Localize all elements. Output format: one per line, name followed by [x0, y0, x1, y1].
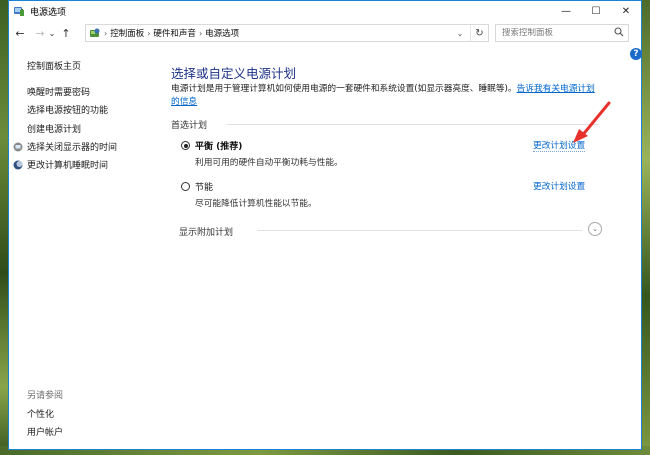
description-text: 电源计划是用于管理计算机如何使用电源的一套硬件和系统设置(如显示器亮度、睡眠等)… [171, 84, 517, 94]
group-divider [227, 124, 599, 125]
change-plan-settings-link-power-saver[interactable]: 更改计划设置 [533, 179, 585, 192]
breadcrumb-separator: › [198, 28, 203, 38]
sidebar: 控制面板主页 唤醒时需要密码 选择电源按钮的功能 创建电源计划 选择关闭显示器的… [9, 45, 159, 449]
window-title: 电源选项 [30, 7, 67, 18]
plan-balanced-description: 利用可用的硬件自动平衡功耗与性能。 [195, 158, 343, 168]
sleep-moon-icon [13, 160, 23, 170]
breadcrumb-control-panel[interactable]: 控制面板 [110, 27, 144, 39]
recent-locations-button[interactable]: ⌄ [47, 24, 57, 42]
address-dropdown-icon[interactable]: ⌄ [452, 25, 468, 41]
sidebar-item-sleep-time[interactable]: 更改计算机睡眠时间 [13, 158, 109, 171]
minimize-button[interactable]: — [551, 1, 581, 21]
plan-power-saver-description: 尽可能降低计算机性能以节能。 [195, 199, 317, 209]
forward-button[interactable]: → [33, 24, 47, 42]
sidebar-link-personalization[interactable]: 个性化 [27, 407, 54, 420]
page-title: 选择或自定义电源计划 [171, 66, 297, 81]
power-options-window: 电源选项 — ☐ ✕ ← → ⌄ ↑ › 控制面板 › 硬件和声音 › 电源选项… [8, 0, 642, 450]
sidebar-control-panel-home[interactable]: 控制面板主页 [27, 59, 81, 72]
plan-power-saver-name[interactable]: 节能 [195, 180, 213, 193]
power-options-app-icon [13, 5, 25, 17]
sidebar-item-display-off[interactable]: 选择关闭显示器的时间 [13, 140, 118, 153]
page-description: 电源计划是用于管理计算机如何使用电源的一套硬件和系统设置(如显示器亮度、睡眠等)… [171, 83, 599, 109]
desktop-background-left [0, 0, 8, 455]
maximize-button[interactable]: ☐ [581, 1, 611, 21]
back-button[interactable]: ← [13, 24, 27, 42]
sidebar-item-label: 更改计算机睡眠时间 [27, 161, 109, 171]
plan-balanced[interactable]: 平衡 (推荐) [181, 139, 242, 152]
desktop-background-right [642, 0, 650, 455]
up-button[interactable]: ↑ [59, 24, 73, 42]
breadcrumb-separator: › [104, 28, 108, 38]
see-also-heading: 另请参阅 [27, 391, 64, 401]
address-bar[interactable]: › 控制面板 › 硬件和声音 › 电源选项 ⌄ ↻ [85, 24, 489, 42]
sidebar-link-user-accounts[interactable]: 用户帐户 [27, 425, 63, 438]
breadcrumb-separator: › [147, 28, 151, 38]
window-controls: — ☐ ✕ [551, 1, 641, 21]
search-input[interactable] [502, 28, 610, 38]
search-icon[interactable] [614, 27, 624, 40]
breadcrumb-power-options[interactable]: 电源选项 [205, 27, 239, 39]
red-arrow-annotation-icon [573, 101, 611, 143]
control-panel-icon [89, 27, 101, 39]
plan-balanced-name[interactable]: 平衡 (推荐) [195, 139, 242, 152]
title-bar: 电源选项 — ☐ ✕ [9, 1, 641, 21]
plan-power-saver-radio[interactable] [181, 182, 190, 191]
show-additional-plans-label[interactable]: 显示附加计划 [179, 225, 233, 238]
close-button[interactable]: ✕ [611, 1, 641, 21]
plan-balanced-radio[interactable] [181, 141, 190, 150]
navigation-bar: ← → ⌄ ↑ › 控制面板 › 硬件和声音 › 电源选项 ⌄ ↻ [9, 21, 641, 45]
sidebar-item-create-plan[interactable]: 创建电源计划 [27, 122, 81, 135]
extra-plans-divider [257, 230, 582, 231]
help-icon[interactable]: ? [630, 48, 642, 60]
monitor-icon [13, 142, 23, 152]
plan-power-saver[interactable]: 节能 [181, 180, 213, 193]
sidebar-item-label: 选择关闭显示器的时间 [27, 143, 118, 153]
refresh-icon[interactable]: ↻ [470, 25, 488, 41]
sidebar-item-power-buttons[interactable]: 选择电源按钮的功能 [27, 103, 108, 116]
sidebar-item-wake-password[interactable]: 唤醒时需要密码 [27, 85, 90, 98]
breadcrumb-hardware-sound[interactable]: 硬件和声音 [153, 27, 196, 39]
search-box[interactable] [495, 24, 629, 42]
expand-chevron-icon[interactable]: ⌄ [588, 222, 602, 236]
preferred-plans-label: 首选计划 [171, 121, 208, 131]
